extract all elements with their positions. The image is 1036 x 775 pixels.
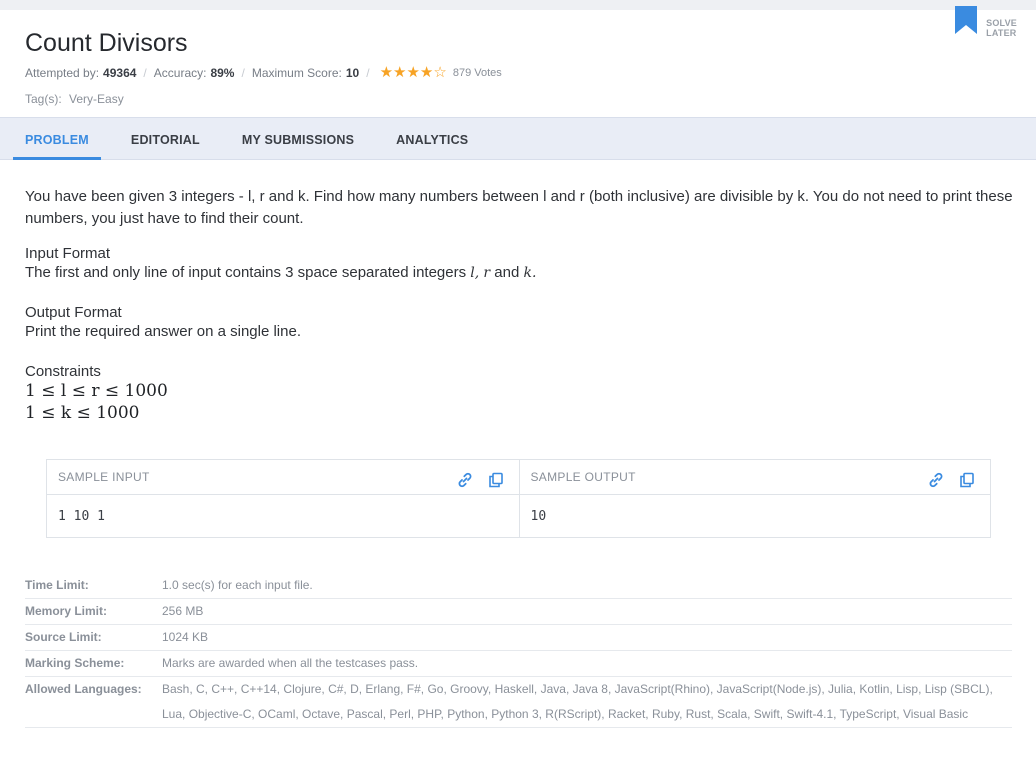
solve-later-label: SOLVE LATER <box>986 18 1017 38</box>
problem-card: Count Divisors Attempted by: 49364 / Acc… <box>0 6 1036 775</box>
limit-row-languages: Allowed Languages: Bash, C, C++, C++14, … <box>25 677 1012 728</box>
rating-stars[interactable]: ★ ★ ★ ★ ☆ <box>380 65 447 80</box>
sample-input-panel: SAMPLE INPUT 1 10 1 <box>47 460 519 537</box>
limit-value: Marks are awarded when all the testcases… <box>162 656 419 670</box>
limit-value: 1024 KB <box>162 630 209 644</box>
problem-description: You have been given 3 integers - l, r an… <box>25 188 1013 227</box>
votes-count: 879 Votes <box>452 66 502 79</box>
limits-table: Time Limit: 1.0 sec(s) for each input fi… <box>25 573 1012 728</box>
input-format-section: Input Format The first and only line of … <box>25 245 536 284</box>
sample-output-value: 10 <box>530 509 547 524</box>
limit-value: Bash, C, C++, C++14, Clojure, C#, D, Erl… <box>162 682 993 721</box>
star-filled-icon[interactable]: ★ <box>420 65 433 80</box>
tag-very-easy[interactable]: Very-Easy <box>69 92 124 106</box>
sample-output-panel: SAMPLE OUTPUT 10 <box>518 460 990 537</box>
attempted-label: Attempted by: <box>25 65 100 80</box>
limit-key: Marking Scheme: <box>25 656 125 670</box>
output-format-title: Output Format <box>25 304 122 321</box>
limit-key: Time Limit: <box>25 578 89 592</box>
star-empty-icon[interactable]: ☆ <box>433 65 446 80</box>
sample-io-box: SAMPLE INPUT 1 10 1 SAMPLE OUTPUT 10 <box>46 459 991 538</box>
limit-row-time: Time Limit: 1.0 sec(s) for each input fi… <box>25 573 1012 599</box>
limit-row-source: Source Limit: 1024 KB <box>25 625 1012 651</box>
problem-statement: You have been given 3 integers - l, r an… <box>25 160 1015 728</box>
limit-value: 256 MB <box>162 604 204 618</box>
link-icon[interactable] <box>927 468 945 488</box>
problem-title: Count Divisors <box>25 29 188 57</box>
problem-tags: Tag(s): Very-Easy <box>25 92 124 106</box>
sample-output-label: SAMPLE OUTPUT <box>530 470 636 484</box>
attempted-value: 49364 <box>103 65 137 80</box>
problem-header: Count Divisors Attempted by: 49364 / Acc… <box>0 6 1036 117</box>
max-score-label: Maximum Score: <box>251 65 342 80</box>
limit-row-memory: Memory Limit: 256 MB <box>25 599 1012 625</box>
tab-editorial[interactable]: EDITORIAL <box>119 118 212 160</box>
tab-my-submissions[interactable]: MY SUBMISSIONS <box>230 118 366 160</box>
constraints-section: Constraints 1 ≤ l ≤ r ≤ 1000 1 ≤ k ≤ 100… <box>25 363 168 424</box>
sample-input-label: SAMPLE INPUT <box>58 470 150 484</box>
stat-divider: / <box>143 65 147 80</box>
sample-input-value: 1 10 1 <box>58 509 105 524</box>
stat-divider: / <box>366 65 370 80</box>
input-format-title: Input Format <box>25 245 111 262</box>
problem-stats: Attempted by: 49364 / Accuracy: 89% / Ma… <box>25 65 502 80</box>
limit-key: Memory Limit: <box>25 604 108 618</box>
limit-value: 1.0 sec(s) for each input file. <box>162 578 313 592</box>
star-filled-icon[interactable]: ★ <box>393 65 406 80</box>
limit-key: Allowed Languages: <box>25 682 142 696</box>
max-score-value: 10 <box>345 65 360 80</box>
tab-analytics[interactable]: ANALYTICS <box>384 118 480 160</box>
constraint-lr: 1 ≤ l ≤ r ≤ 1000 <box>25 381 168 401</box>
limit-row-marking: Marking Scheme: Marks are awarded when a… <box>25 651 1012 677</box>
link-icon[interactable] <box>456 468 474 488</box>
star-filled-icon[interactable]: ★ <box>380 65 393 80</box>
copy-icon[interactable] <box>958 468 976 488</box>
problem-tabs: PROBLEM EDITORIAL MY SUBMISSIONS ANALYTI… <box>0 117 1036 160</box>
solve-later-button[interactable]: SOLVE LATER <box>955 6 1017 38</box>
stat-divider: / <box>241 65 245 80</box>
star-filled-icon[interactable]: ★ <box>406 65 419 80</box>
copy-icon[interactable] <box>487 468 505 488</box>
bookmark-icon <box>955 6 978 34</box>
input-format-body: The first and only line of input contain… <box>25 264 537 281</box>
accuracy-value: 89% <box>210 65 235 80</box>
constraint-k: 1 ≤ k ≤ 1000 <box>25 403 140 423</box>
tags-label: Tag(s): <box>25 92 62 106</box>
limit-key: Source Limit: <box>25 630 102 644</box>
constraints-title: Constraints <box>25 363 101 380</box>
output-format-section: Output Format Print the required answer … <box>25 304 301 343</box>
accuracy-label: Accuracy: <box>153 65 207 80</box>
output-format-body: Print the required answer on a single li… <box>25 323 301 340</box>
tab-problem[interactable]: PROBLEM <box>13 118 101 160</box>
